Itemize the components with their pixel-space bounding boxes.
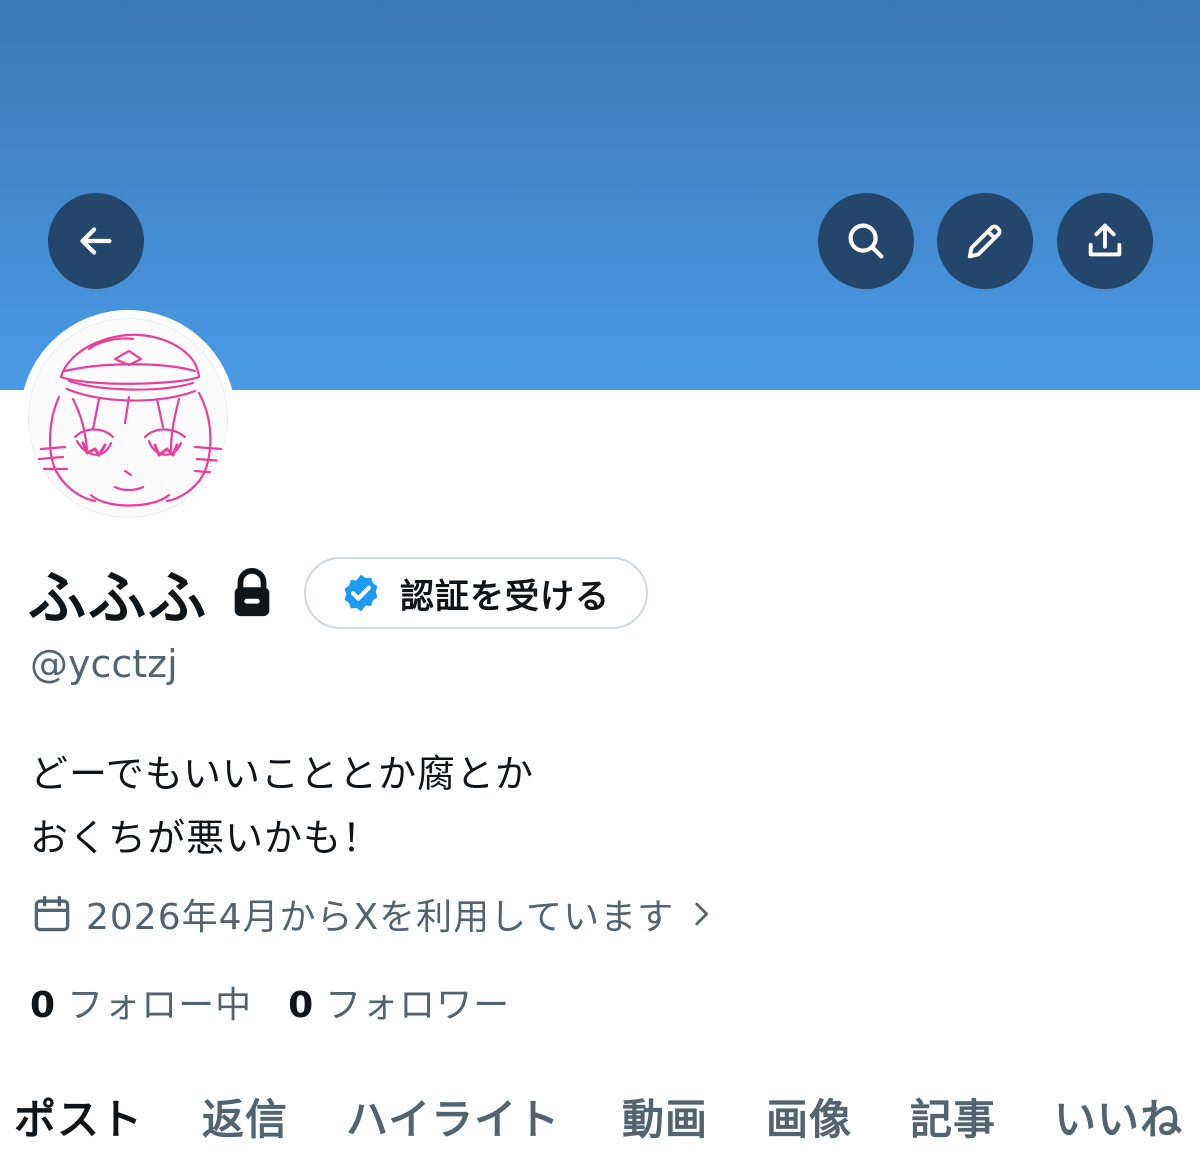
avatar[interactable] bbox=[28, 318, 228, 518]
avatar-sketch-image bbox=[37, 333, 225, 507]
verified-badge-icon bbox=[344, 574, 378, 612]
tab-highlights[interactable]: ハイライト bbox=[346, 1086, 560, 1147]
following-label: フォロー中 bbox=[67, 985, 253, 1026]
followers-count: 0 bbox=[288, 985, 314, 1026]
tab-likes[interactable]: いいね bbox=[1054, 1086, 1183, 1147]
lock-icon bbox=[234, 568, 270, 617]
share-button[interactable] bbox=[1057, 193, 1153, 289]
avatar-border bbox=[20, 310, 236, 526]
search-button[interactable] bbox=[818, 193, 914, 289]
bio: どーでもいいこととか腐とか おくちが悪いかも！ bbox=[30, 742, 534, 870]
tab-videos[interactable]: 動画 bbox=[622, 1086, 708, 1147]
name-row: ふふふ 認証を受ける bbox=[28, 556, 649, 632]
following-link[interactable]: 0 フォロー中 bbox=[30, 976, 252, 1028]
profile-tabs: ポスト 返信 ハイライト 動画 画像 記事 いいね bbox=[0, 1086, 1200, 1164]
tab-replies[interactable]: 返信 bbox=[202, 1086, 288, 1147]
display-name: ふふふ bbox=[28, 564, 209, 632]
tab-articles[interactable]: 記事 bbox=[910, 1086, 996, 1147]
calendar-icon bbox=[34, 895, 70, 932]
joined-date-row[interactable]: 2026年4月からXを利用しています bbox=[30, 888, 718, 940]
joined-date-text: 2026年4月からXを利用しています bbox=[86, 897, 675, 938]
bio-line: どーでもいいこととか腐とか bbox=[30, 752, 534, 796]
back-button[interactable] bbox=[48, 193, 144, 289]
bio-line: おくちが悪いかも！ bbox=[30, 816, 382, 860]
chevron-right-icon bbox=[695, 902, 709, 926]
following-count: 0 bbox=[30, 985, 56, 1026]
edit-button[interactable] bbox=[937, 193, 1033, 289]
arrow-left-icon bbox=[80, 227, 112, 255]
get-verified-button[interactable]: 認証を受ける bbox=[304, 557, 649, 629]
pencil-icon bbox=[967, 224, 1002, 259]
tab-photos[interactable]: 画像 bbox=[766, 1086, 852, 1147]
followers-label: フォロワー bbox=[325, 985, 511, 1026]
followers-link[interactable]: 0 フォロワー bbox=[288, 976, 510, 1028]
tab-posts[interactable]: ポスト bbox=[14, 1086, 143, 1147]
get-verified-label: 認証を受ける bbox=[400, 576, 611, 617]
share-icon bbox=[1088, 223, 1122, 257]
search-icon bbox=[848, 223, 884, 259]
user-handle: @ycctzj bbox=[30, 642, 178, 686]
follow-stats: 0 フォロー中 0 フォロワー bbox=[30, 976, 510, 1028]
